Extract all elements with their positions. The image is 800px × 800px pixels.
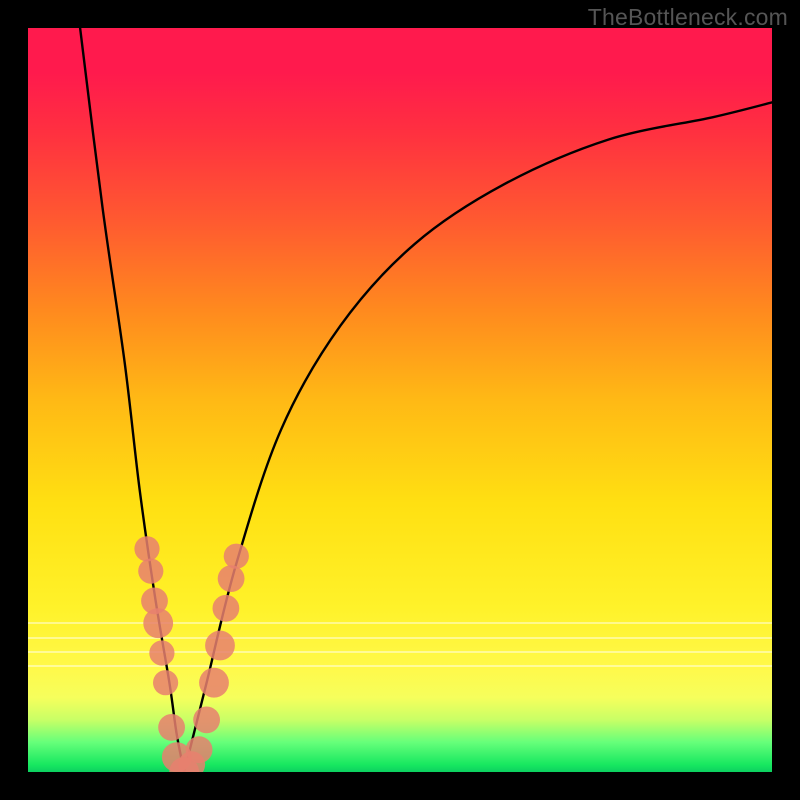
data-marker: [149, 640, 174, 665]
data-marker: [199, 668, 229, 698]
data-marker: [193, 707, 220, 734]
data-marker: [186, 736, 213, 763]
curve-layer: [28, 28, 772, 772]
curve-right-branch: [184, 102, 772, 772]
data-marker: [134, 536, 159, 561]
data-marker: [143, 608, 173, 638]
attribution-text: TheBottleneck.com: [588, 4, 788, 31]
data-marker: [224, 544, 249, 569]
data-marker: [138, 559, 163, 584]
data-marker: [153, 670, 178, 695]
data-marker: [158, 714, 185, 741]
data-marker: [218, 565, 245, 592]
chart-frame: TheBottleneck.com: [0, 0, 800, 800]
data-marker: [205, 631, 235, 661]
plot-area: [28, 28, 772, 772]
data-marker: [213, 595, 240, 622]
